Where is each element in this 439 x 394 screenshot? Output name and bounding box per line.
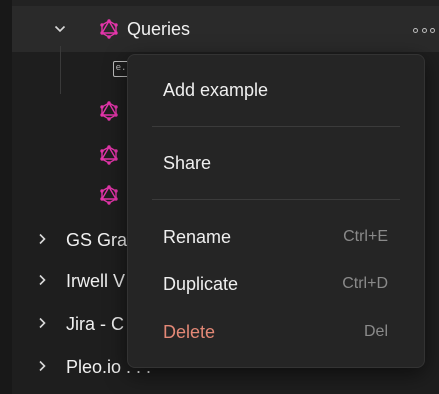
menu-separator [152, 126, 400, 127]
menu-item-add-example[interactable]: Add example [163, 75, 388, 105]
graphql-icon[interactable] [99, 185, 119, 205]
menu-item-label: Delete [163, 321, 216, 342]
collection-label: Jira - C [66, 314, 124, 334]
graphql-icon[interactable] [99, 101, 119, 121]
menu-item-label: Share [163, 152, 212, 173]
menu-separator [152, 199, 400, 200]
chevron-right-icon[interactable] [34, 358, 50, 374]
tree-row-queries[interactable]: Queries [12, 6, 439, 52]
shortcut-label: Ctrl+D [342, 275, 388, 292]
chevron-right-icon[interactable] [34, 272, 50, 288]
menu-item-rename[interactable]: Rename Ctrl+E [163, 222, 388, 252]
tree-guide-line [60, 46, 61, 94]
menu-item-label: Duplicate [163, 273, 239, 294]
collection-label: GS Gra [66, 230, 128, 250]
shortcut-label: Del [363, 323, 388, 340]
context-menu: Add example Share Rename Ctrl+E Duplicat… [127, 54, 425, 368]
chevron-right-icon[interactable] [34, 315, 50, 331]
chevron-down-icon[interactable] [52, 21, 68, 37]
chevron-right-icon[interactable] [34, 231, 50, 247]
graphql-icon [99, 19, 119, 39]
tree-label-queries: Queries [127, 19, 191, 39]
menu-item-delete[interactable]: Delete Del [163, 317, 388, 347]
menu-item-label: Add example [163, 79, 269, 100]
menu-item-share[interactable]: Share [163, 148, 388, 178]
collection-label: Irwell V [66, 271, 126, 291]
more-options-icon[interactable] [413, 22, 435, 38]
shortcut-label: Ctrl+E [343, 228, 388, 245]
menu-item-duplicate[interactable]: Duplicate Ctrl+D [163, 269, 388, 299]
menu-item-label: Rename [163, 226, 232, 247]
left-rail [0, 0, 12, 394]
graphql-icon[interactable] [99, 145, 119, 165]
